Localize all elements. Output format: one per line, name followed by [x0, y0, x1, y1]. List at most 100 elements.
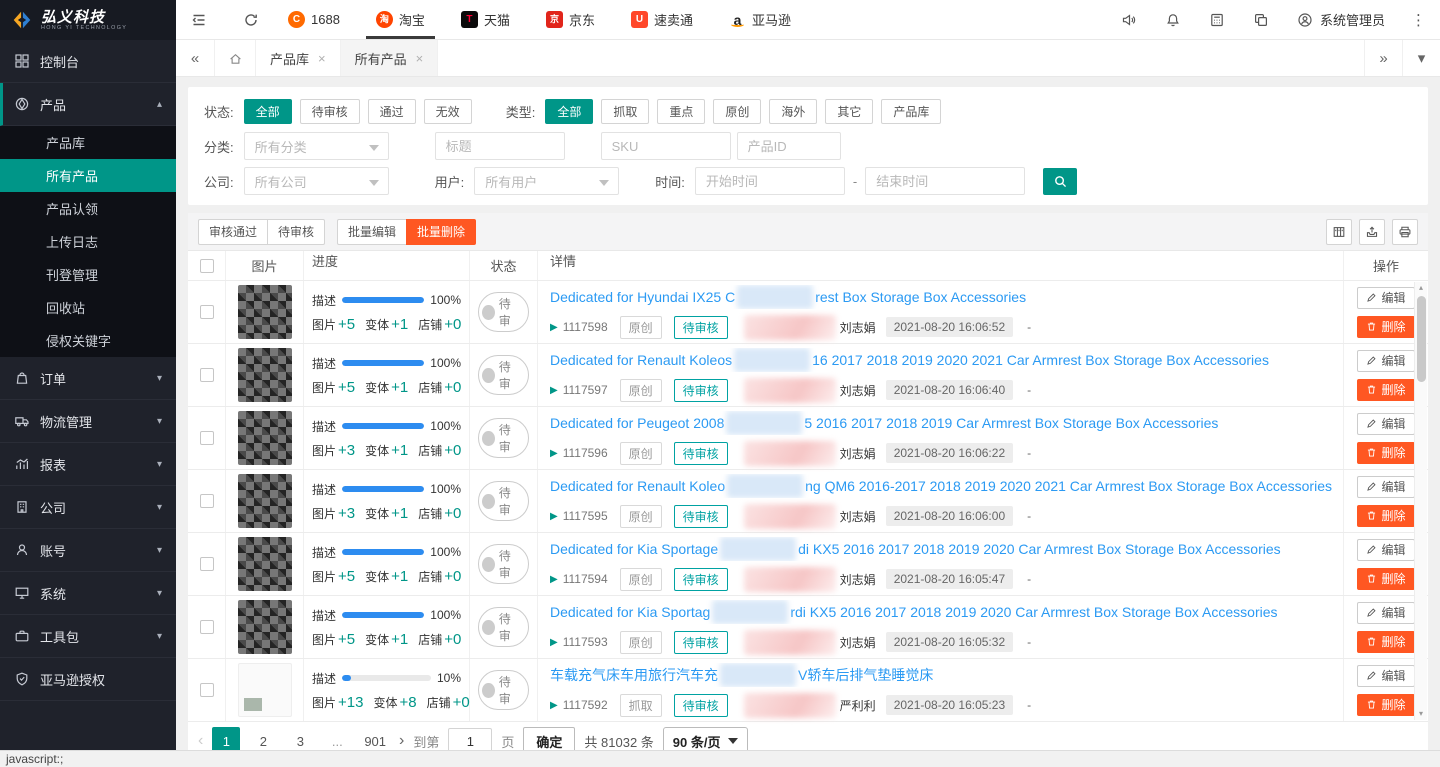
product-image[interactable]: [238, 600, 292, 654]
product-image[interactable]: [238, 411, 292, 465]
sidebar-item-product-claim[interactable]: 产品认领: [0, 192, 176, 225]
batch-delete-button[interactable]: 批量删除: [406, 219, 476, 245]
type-filter-other[interactable]: 其它: [825, 99, 873, 124]
review-status-toggle[interactable]: 待审: [478, 292, 529, 332]
type-filter-scraped[interactable]: 抓取: [601, 99, 649, 124]
edit-button[interactable]: 编辑: [1357, 539, 1414, 561]
review-status-toggle[interactable]: 待审: [478, 670, 529, 710]
product-title-link[interactable]: 车载充气床车用旅行汽车充 V轿车后排气垫睡觉床: [550, 663, 933, 687]
product-image[interactable]: [238, 537, 292, 591]
scrollbar-thumb[interactable]: [1417, 296, 1426, 382]
edit-button[interactable]: 编辑: [1357, 287, 1414, 309]
product-title-link[interactable]: Dedicated for Kia Sportag rdi KX5 2016 2…: [550, 600, 1278, 624]
sidebar-item-orders[interactable]: 订单 ▾: [0, 357, 176, 400]
review-status-toggle[interactable]: 待审: [478, 418, 529, 458]
edit-button[interactable]: 编辑: [1357, 476, 1414, 498]
sidebar-item-company[interactable]: 公司 ▾: [0, 486, 176, 529]
prev-page-icon[interactable]: ‹: [198, 732, 203, 750]
platform-tab-amazon[interactable]: a 亚马逊: [711, 0, 809, 39]
close-icon[interactable]: ×: [416, 51, 424, 66]
announcement-icon[interactable]: [1120, 11, 1138, 29]
type-filter-overseas[interactable]: 海外: [769, 99, 817, 124]
row-checkbox[interactable]: [200, 683, 214, 697]
status-filter-pending[interactable]: 待审核: [300, 99, 360, 124]
play-icon[interactable]: ▶: [550, 385, 558, 396]
tabs-scroll-right-icon[interactable]: »: [1364, 40, 1402, 76]
print-icon[interactable]: [1392, 219, 1418, 245]
row-checkbox[interactable]: [200, 620, 214, 634]
sidebar-item-console[interactable]: 控制台: [0, 40, 176, 83]
tabs-scroll-left-icon[interactable]: «: [176, 40, 214, 76]
product-title-link[interactable]: Dedicated for Renault Koleo ng QM6 2016-…: [550, 474, 1332, 498]
tab-all-products[interactable]: 所有产品 ×: [341, 40, 439, 76]
more-menu-icon[interactable]: ⋮: [1411, 11, 1426, 29]
product-id-input[interactable]: [737, 132, 841, 160]
platform-tab-1688[interactable]: C 1688: [270, 0, 358, 39]
company-select[interactable]: 所有公司: [244, 167, 389, 195]
delete-button[interactable]: 删除: [1357, 505, 1414, 527]
sidebar-item-upload-log[interactable]: 上传日志: [0, 225, 176, 258]
export-icon[interactable]: [1359, 219, 1385, 245]
row-checkbox[interactable]: [200, 305, 214, 319]
row-checkbox[interactable]: [200, 368, 214, 382]
close-icon[interactable]: ×: [318, 51, 326, 66]
sidebar-item-product-library[interactable]: 产品库: [0, 126, 176, 159]
sidebar-item-accounts[interactable]: 账号 ▾: [0, 529, 176, 572]
product-image[interactable]: [238, 474, 292, 528]
product-title-link[interactable]: Dedicated for Kia Sportage di KX5 2016 2…: [550, 537, 1281, 561]
edit-button[interactable]: 编辑: [1357, 350, 1414, 372]
sidebar-item-amazon-auth[interactable]: 亚马逊授权: [0, 658, 176, 701]
row-checkbox[interactable]: [200, 431, 214, 445]
product-title-link[interactable]: Dedicated for Hyundai IX25 C rest Box St…: [550, 285, 1026, 309]
review-status-toggle[interactable]: 待审: [478, 607, 529, 647]
collapse-sidebar-icon[interactable]: [190, 11, 208, 29]
delete-button[interactable]: 删除: [1357, 631, 1414, 653]
edit-button[interactable]: 编辑: [1357, 665, 1414, 687]
platform-tab-taobao[interactable]: 淘 淘宝: [358, 0, 443, 39]
product-image[interactable]: [238, 348, 292, 402]
sidebar-item-reports[interactable]: 报表 ▾: [0, 443, 176, 486]
search-button[interactable]: [1043, 168, 1077, 195]
title-input[interactable]: [435, 132, 565, 160]
sidebar-item-logistics[interactable]: 物流管理 ▾: [0, 400, 176, 443]
delete-button[interactable]: 删除: [1357, 694, 1414, 716]
batch-edit-button[interactable]: 批量编辑: [337, 219, 407, 245]
status-filter-approved[interactable]: 通过: [368, 99, 416, 124]
clone-icon[interactable]: [1252, 11, 1270, 29]
sku-input[interactable]: [601, 132, 731, 160]
start-time-input[interactable]: [695, 167, 845, 195]
review-status-toggle[interactable]: 待审: [478, 544, 529, 584]
product-image[interactable]: [238, 285, 292, 339]
type-filter-library[interactable]: 产品库: [881, 99, 941, 124]
sidebar-item-recycle-bin[interactable]: 回收站: [0, 291, 176, 324]
scroll-down-icon[interactable]: ▾: [1419, 708, 1423, 720]
tabs-menu-icon[interactable]: ▾: [1402, 40, 1440, 76]
delete-button[interactable]: 删除: [1357, 568, 1414, 590]
set-pending-button[interactable]: 待审核: [267, 219, 325, 245]
status-filter-all[interactable]: 全部: [244, 99, 292, 124]
platform-tab-jd[interactable]: 京 京东: [528, 0, 613, 39]
user-select[interactable]: 所有用户: [474, 167, 619, 195]
row-checkbox[interactable]: [200, 557, 214, 571]
product-title-link[interactable]: Dedicated for Peugeot 2008 5 2016 2017 2…: [550, 411, 1218, 435]
row-checkbox[interactable]: [200, 494, 214, 508]
tab-product-library[interactable]: 产品库 ×: [256, 40, 341, 76]
sidebar-item-listing-management[interactable]: 刊登管理: [0, 258, 176, 291]
next-page-icon[interactable]: ›: [399, 732, 404, 750]
platform-tab-aliexpress[interactable]: U 速卖通: [613, 0, 711, 39]
user-menu[interactable]: 系统管理员: [1296, 10, 1385, 29]
end-time-input[interactable]: [865, 167, 1025, 195]
apps-icon[interactable]: [1208, 11, 1226, 29]
category-select[interactable]: 所有分类: [244, 132, 389, 160]
select-all-checkbox[interactable]: [200, 259, 214, 273]
edit-button[interactable]: 编辑: [1357, 413, 1414, 435]
sidebar-item-product[interactable]: 产品 ▴: [0, 83, 176, 126]
delete-button[interactable]: 删除: [1357, 316, 1414, 338]
play-icon[interactable]: ▶: [550, 511, 558, 522]
delete-button[interactable]: 删除: [1357, 442, 1414, 464]
type-filter-original[interactable]: 原创: [713, 99, 761, 124]
sidebar-item-toolkit[interactable]: 工具包 ▾: [0, 615, 176, 658]
scroll-up-icon[interactable]: ▴: [1419, 282, 1423, 294]
sidebar-item-all-products[interactable]: 所有产品: [0, 159, 176, 192]
delete-button[interactable]: 删除: [1357, 379, 1414, 401]
